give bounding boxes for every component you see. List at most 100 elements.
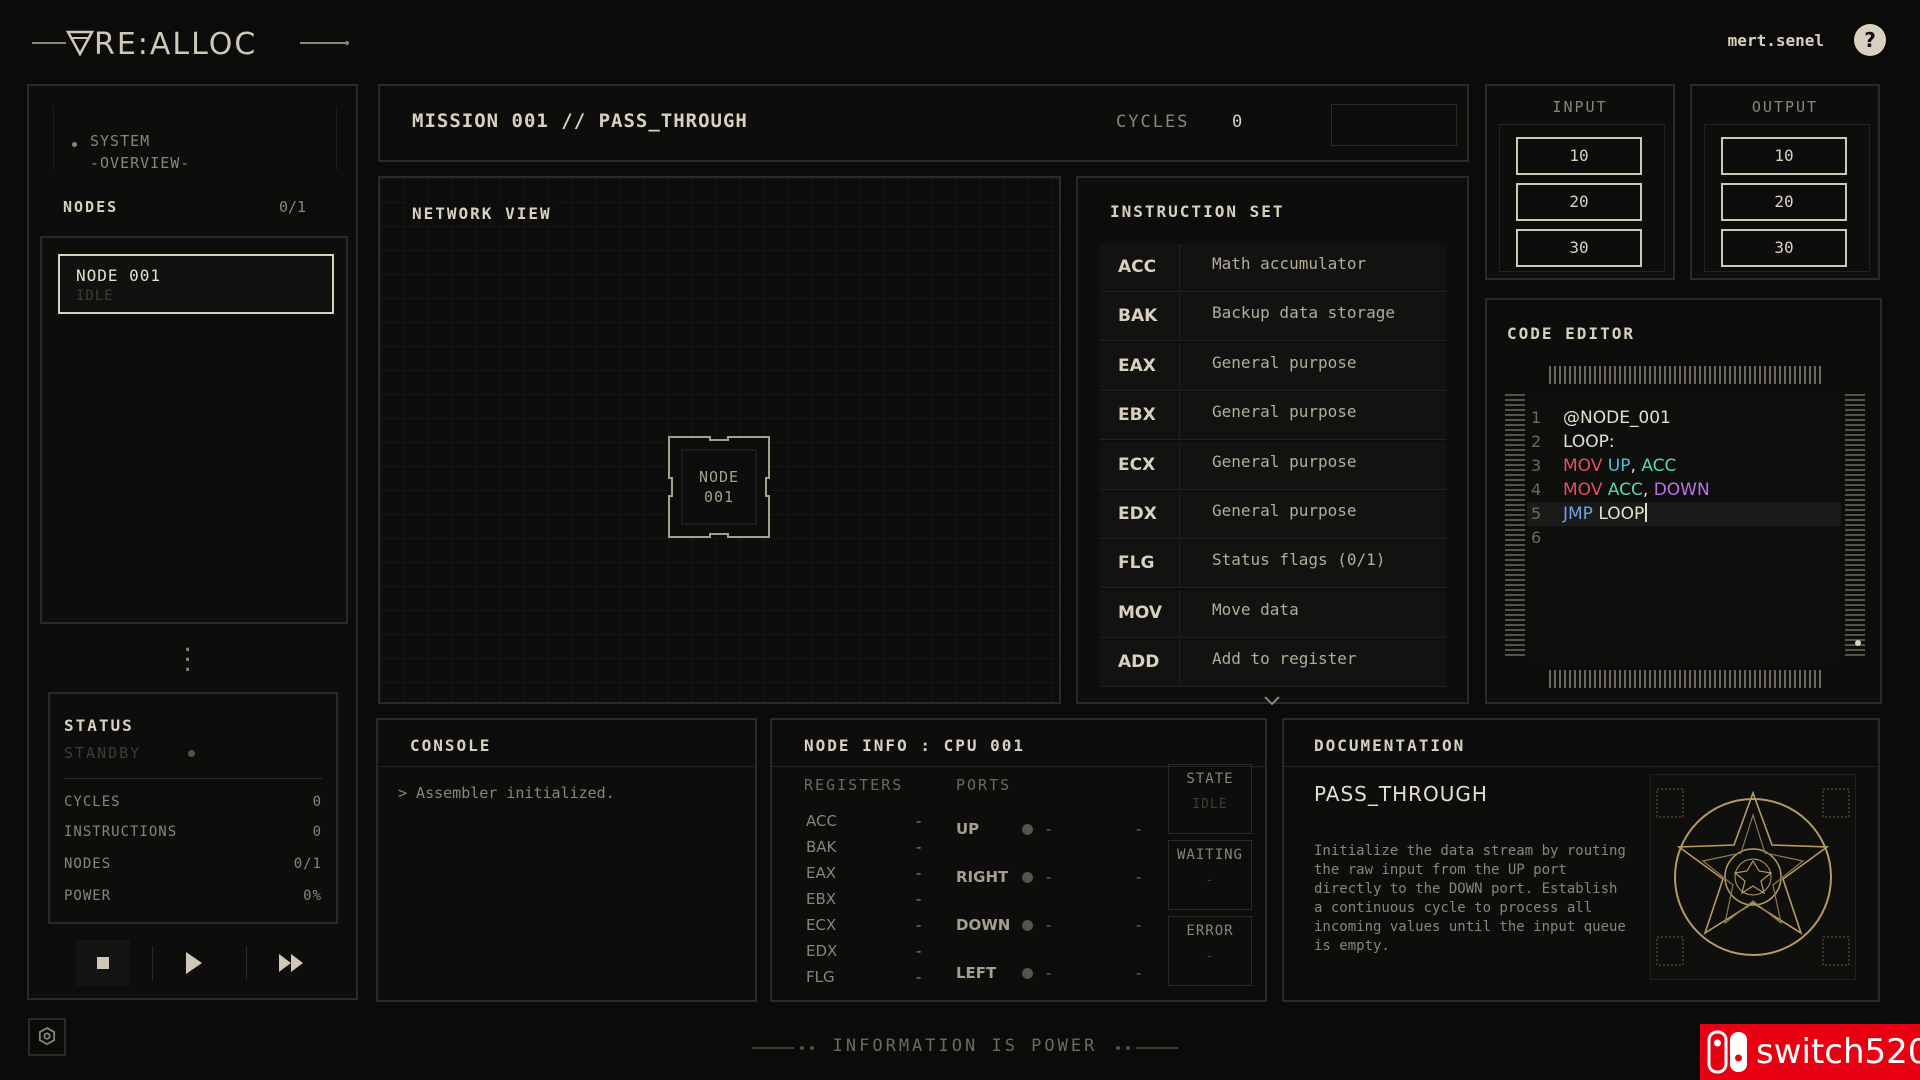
settings-gear-icon[interactable] xyxy=(28,1018,66,1056)
system-label: SYSTEM xyxy=(90,132,151,150)
instruction-row[interactable]: EDX General purpose xyxy=(1100,490,1446,539)
token-acc: ACC xyxy=(1641,456,1677,476)
token-up: UP xyxy=(1607,456,1631,476)
registers-label: REGISTERS xyxy=(804,776,904,794)
instruction-row[interactable]: FLG Status flags (0/1) xyxy=(1100,540,1446,589)
code-editor-panel: CODE EDITOR 1 @NODE_001 2 LOOP: 3 MOV UP… xyxy=(1485,298,1882,704)
instruction-description: Add to register xyxy=(1212,649,1357,669)
footer-tagline: INFORMATION IS POWER xyxy=(832,1036,1098,1056)
token-acc: ACC xyxy=(1607,480,1643,500)
instruction-table[interactable]: ACC Math accumulator BAK Backup data stora… xyxy=(1100,244,1446,689)
port-indicator-icon xyxy=(1022,872,1033,883)
instruction-description: Math accumulator xyxy=(1212,254,1367,273)
nodes-count: 0/1 xyxy=(279,198,307,216)
instruction-opcode: EDX xyxy=(1100,490,1180,538)
code-line[interactable]: 1 @NODE_001 xyxy=(1527,406,1841,430)
code-line[interactable]: 2 LOOP: xyxy=(1527,430,1841,454)
chip-pins-top xyxy=(1549,366,1821,384)
instruction-row[interactable]: EAX General purpose xyxy=(1100,342,1446,391)
state-box: STATE IDLE xyxy=(1168,764,1252,834)
instruction-opcode: FLG xyxy=(1100,540,1180,588)
status-box: STATUS STANDBY CYCLES 0 INSTRUCTIONS 0 NOD… xyxy=(48,692,338,924)
network-view[interactable]: NETWORK VIEW NODE 001 xyxy=(378,176,1061,704)
mission-action-slot[interactable] xyxy=(1331,104,1457,146)
instruction-row[interactable]: BAK Backup data storage xyxy=(1100,293,1446,342)
port-indicator-icon xyxy=(1022,824,1033,835)
node-list-item[interactable]: NODE 001 IDLE xyxy=(58,254,334,314)
error-box-value: - xyxy=(1205,949,1215,964)
mission-bar: MISSION 001 // PASS_THROUGH CYCLES 0 xyxy=(378,84,1469,162)
play-icon xyxy=(186,952,202,974)
console-divider xyxy=(378,766,755,767)
documentation-divider xyxy=(1284,766,1878,767)
instruction-row[interactable]: ACC Math accumulator xyxy=(1100,244,1446,292)
chip-pins-left xyxy=(1505,394,1525,658)
code-line-active[interactable]: 5 JMP LOOP xyxy=(1527,502,1841,526)
token-sep: , xyxy=(1630,456,1642,476)
output-value: 10 xyxy=(1721,137,1847,175)
register-value: - xyxy=(916,838,922,856)
fast-forward-icon xyxy=(279,954,291,972)
code-textarea[interactable]: 1 @NODE_001 2 LOOP: 3 MOV UP, ACC 4 MOV … xyxy=(1527,394,1861,658)
port-value: - xyxy=(1136,916,1142,934)
system-bullet-icon xyxy=(72,142,77,147)
system-overview-button[interactable]: SYSTEM -OVERVIEW- xyxy=(53,106,337,172)
register-value: - xyxy=(916,942,922,960)
network-node[interactable]: NODE 001 xyxy=(668,436,770,538)
code-line[interactable]: 4 MOV ACC, DOWN xyxy=(1527,478,1841,502)
register-value: - xyxy=(916,916,922,934)
more-vertical-icon[interactable]: · · · xyxy=(181,640,194,682)
port-row-down: DOWN - - xyxy=(956,916,1152,934)
register-name: EAX xyxy=(806,864,837,882)
code-line[interactable]: 6 xyxy=(1527,526,1841,550)
node-info-panel: NODE INFO : CPU 001 REGISTERS PORTS ACC -… xyxy=(770,718,1267,1002)
code-text: @NODE_001 xyxy=(1563,408,1671,428)
line-number: 6 xyxy=(1531,528,1542,547)
nodes-list: NODE 001 IDLE xyxy=(40,236,348,624)
port-row-up: UP - - xyxy=(956,820,1152,838)
node-item-name: NODE 001 xyxy=(76,266,162,285)
port-name: UP xyxy=(956,820,980,838)
documentation-body: Initialize the data stream by routing th… xyxy=(1314,843,1626,954)
code-editor-title: CODE EDITOR xyxy=(1507,324,1635,343)
port-indicator-icon xyxy=(1022,920,1033,931)
stat-row-nodes: NODES 0/1 xyxy=(64,856,322,872)
switch-logo-icon xyxy=(1707,1030,1747,1074)
documentation-title: DOCUMENTATION xyxy=(1314,736,1466,755)
instruction-row[interactable]: MOV Move data xyxy=(1100,589,1446,638)
chevron-down-icon[interactable] xyxy=(1262,694,1282,708)
register-row: FLG - xyxy=(806,968,921,986)
register-name: ECX xyxy=(806,916,837,934)
register-row: ACC - xyxy=(806,812,921,830)
stat-value: 0/1 xyxy=(293,856,322,872)
token-mov: MOV xyxy=(1563,456,1603,476)
help-button[interactable]: ? xyxy=(1854,24,1886,56)
register-name: ACC xyxy=(806,812,837,830)
username[interactable]: mert.senel xyxy=(1728,31,1824,50)
cycles-label: CYCLES xyxy=(1116,112,1190,132)
port-indicator-icon xyxy=(1022,968,1033,979)
ports-label: PORTS xyxy=(956,776,1012,794)
stat-label: NODES xyxy=(64,856,112,872)
instruction-row[interactable]: ECX General purpose xyxy=(1100,441,1446,490)
code-line[interactable]: 3 MOV UP, ACC xyxy=(1527,454,1841,478)
instruction-row[interactable]: ADD Add to register xyxy=(1100,639,1446,688)
node-info-title: NODE INFO : CPU 001 xyxy=(804,736,1026,755)
fast-forward-button[interactable] xyxy=(264,940,318,986)
port-value: - xyxy=(1136,868,1142,886)
stat-value: 0 xyxy=(312,824,322,840)
port-row-left: LEFT - - xyxy=(956,964,1152,982)
register-row: EDX - xyxy=(806,942,921,960)
line-number: 3 xyxy=(1531,456,1542,475)
state-box-value: IDLE xyxy=(1192,797,1228,812)
instruction-row[interactable]: EBX General purpose xyxy=(1100,392,1446,441)
output-value: 30 xyxy=(1721,229,1847,267)
register-value: - xyxy=(916,812,922,830)
instruction-description: General purpose xyxy=(1212,500,1357,520)
token-sep: , xyxy=(1642,480,1654,500)
stop-button[interactable] xyxy=(76,940,130,986)
network-node-id: 001 xyxy=(703,488,735,506)
system-sublabel: -OVERVIEW- xyxy=(90,154,191,172)
play-button[interactable] xyxy=(166,940,220,986)
register-row: ECX - xyxy=(806,916,921,934)
